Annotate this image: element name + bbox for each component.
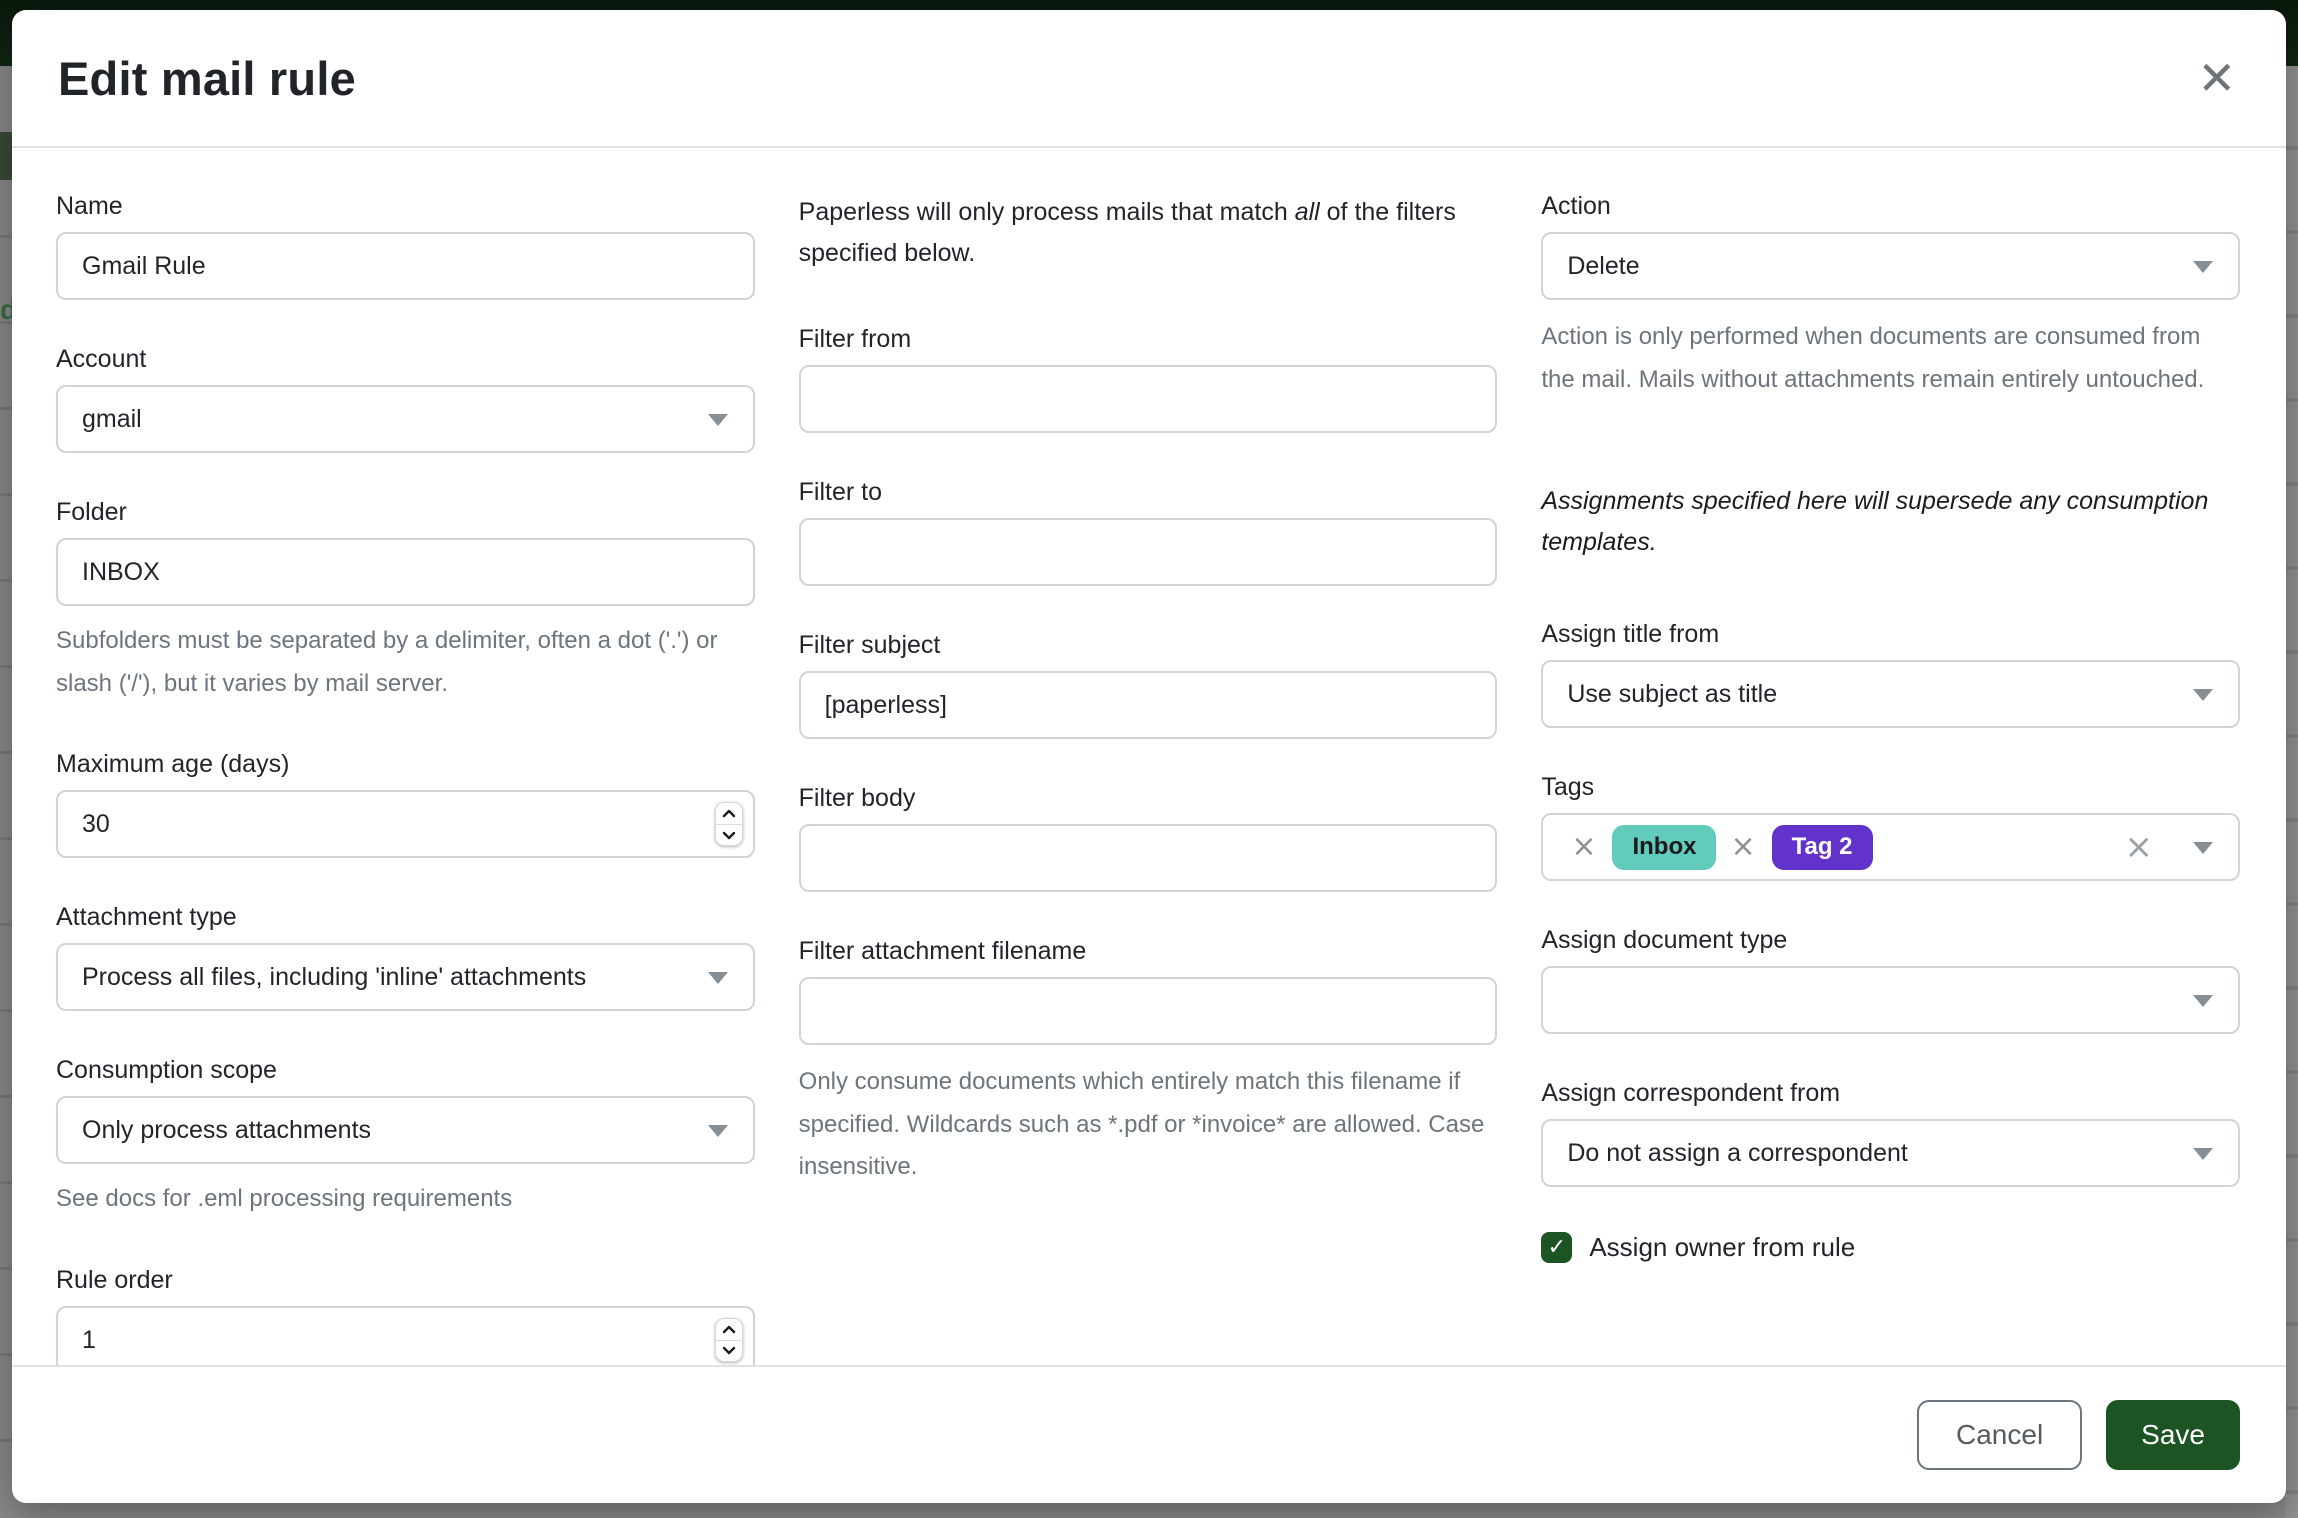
close-icon[interactable]: ✕ xyxy=(2193,51,2240,105)
consumption-scope-select[interactable]: Only process attachments xyxy=(56,1096,755,1164)
save-button[interactable]: Save xyxy=(2106,1400,2240,1470)
field-action: Action Delete Action is only performed w… xyxy=(1541,192,2240,401)
filters-note-emphasis: all xyxy=(1295,198,1320,226)
field-tags: Tags × Inbox × Tag 2 × xyxy=(1541,773,2240,881)
maximum-age-label: Maximum age (days) xyxy=(56,750,755,779)
filter-subject-input[interactable] xyxy=(799,671,1498,739)
chevron-down-icon xyxy=(2193,689,2213,701)
filter-subject-label: Filter subject xyxy=(799,631,1498,660)
field-rule-order: Rule order xyxy=(56,1266,755,1365)
action-select[interactable]: Delete xyxy=(1541,232,2240,300)
dialog-title: Edit mail rule xyxy=(58,51,356,106)
folder-help-text: Subfolders must be separated by a delimi… xyxy=(56,620,755,705)
field-filter-attachment-filename: Filter attachment filename Only consume … xyxy=(799,937,1498,1189)
page-scrollbar[interactable] xyxy=(2285,66,2298,1518)
folder-input[interactable] xyxy=(56,538,755,606)
filter-to-label: Filter to xyxy=(799,478,1498,507)
assign-title-from-selected-value: Use subject as title xyxy=(1567,680,1777,709)
consumption-scope-label: Consumption scope xyxy=(56,1056,755,1085)
assign-correspondent-from-selected-value: Do not assign a correspondent xyxy=(1567,1139,1908,1168)
field-consumption-scope: Consumption scope Only process attachmen… xyxy=(56,1056,755,1221)
chevron-down-icon xyxy=(708,972,728,984)
stepper-down-icon[interactable] xyxy=(716,825,742,846)
assign-document-type-select[interactable] xyxy=(1541,966,2240,1034)
field-name: Name xyxy=(56,192,755,300)
chevron-down-icon xyxy=(708,1125,728,1137)
filter-to-input[interactable] xyxy=(799,518,1498,586)
filter-attachment-filename-help-text: Only consume documents which entirely ma… xyxy=(799,1061,1498,1189)
assign-correspondent-from-select[interactable]: Do not assign a correspondent xyxy=(1541,1119,2240,1187)
dialog-body: Name Account gmail Folder Subfolders mus… xyxy=(12,148,2286,1365)
field-assign-correspondent-from: Assign correspondent from Do not assign … xyxy=(1541,1079,2240,1187)
remove-tag-icon[interactable]: × xyxy=(1730,832,1755,862)
rule-order-input[interactable] xyxy=(56,1306,755,1365)
tags-label: Tags xyxy=(1541,773,2240,802)
action-help-text: Action is only performed when documents … xyxy=(1541,316,2240,401)
folder-label: Folder xyxy=(56,498,755,527)
attachment-type-label: Attachment type xyxy=(56,903,755,932)
stepper-down-icon[interactable] xyxy=(716,1341,742,1362)
field-assign-title-from: Assign title from Use subject as title xyxy=(1541,620,2240,728)
field-account: Account gmail xyxy=(56,345,755,453)
chevron-down-icon[interactable] xyxy=(2193,842,2213,854)
assign-document-type-label: Assign document type xyxy=(1541,926,2240,955)
consumption-scope-help-text: See docs for .eml processing requirement… xyxy=(56,1178,755,1221)
clear-tags-icon[interactable]: × xyxy=(2125,830,2154,864)
column-general: Name Account gmail Folder Subfolders mus… xyxy=(56,192,755,1365)
filter-attachment-filename-label: Filter attachment filename xyxy=(799,937,1498,966)
name-label: Name xyxy=(56,192,755,221)
rule-order-label: Rule order xyxy=(56,1266,755,1295)
filters-note: Paperless will only process mails that m… xyxy=(799,192,1498,273)
field-folder: Folder Subfolders must be separated by a… xyxy=(56,498,755,705)
assign-correspondent-from-label: Assign correspondent from xyxy=(1541,1079,2240,1108)
column-action-assignments: Action Delete Action is only performed w… xyxy=(1541,192,2240,1365)
tag-pill[interactable]: Tag 2 xyxy=(1772,825,1873,870)
cancel-button[interactable]: Cancel xyxy=(1917,1400,2082,1470)
name-input[interactable] xyxy=(56,232,755,300)
stepper-up-icon[interactable] xyxy=(716,803,742,825)
stepper-up-icon[interactable] xyxy=(716,1319,742,1341)
field-filter-to: Filter to xyxy=(799,478,1498,586)
tags-multiselect[interactable]: × Inbox × Tag 2 × xyxy=(1541,813,2240,881)
field-assign-document-type: Assign document type xyxy=(1541,926,2240,1034)
chevron-down-icon xyxy=(708,414,728,426)
chevron-down-icon xyxy=(2193,261,2213,273)
number-stepper[interactable] xyxy=(715,1318,743,1362)
account-selected-value: gmail xyxy=(82,405,142,434)
remove-tag-icon[interactable]: × xyxy=(1571,832,1596,862)
filter-attachment-filename-input[interactable] xyxy=(799,977,1498,1045)
assignments-note: Assignments specified here will supersed… xyxy=(1541,481,2240,562)
field-maximum-age: Maximum age (days) xyxy=(56,750,755,858)
field-assign-owner: ✓ Assign owner from rule xyxy=(1541,1232,2240,1263)
dialog-footer: Cancel Save xyxy=(12,1365,2286,1503)
edit-mail-rule-dialog: Edit mail rule ✕ Name Account gmail Fold… xyxy=(12,10,2286,1503)
tags-field-controls: × xyxy=(2125,815,2239,879)
assign-title-from-select[interactable]: Use subject as title xyxy=(1541,660,2240,728)
filter-from-input[interactable] xyxy=(799,365,1498,433)
maximum-age-input[interactable] xyxy=(56,790,755,858)
number-stepper[interactable] xyxy=(715,802,743,846)
action-label: Action xyxy=(1541,192,2240,221)
filter-from-label: Filter from xyxy=(799,325,1498,354)
assign-title-from-label: Assign title from xyxy=(1541,620,2240,649)
attachment-type-selected-value: Process all files, including 'inline' at… xyxy=(82,963,586,992)
chevron-down-icon xyxy=(2193,1148,2213,1160)
filter-body-label: Filter body xyxy=(799,784,1498,813)
field-attachment-type: Attachment type Process all files, inclu… xyxy=(56,903,755,1011)
field-filter-subject: Filter subject xyxy=(799,631,1498,739)
attachment-type-select[interactable]: Process all files, including 'inline' at… xyxy=(56,943,755,1011)
assign-owner-checkbox[interactable]: ✓ xyxy=(1541,1232,1572,1263)
filter-body-input[interactable] xyxy=(799,824,1498,892)
field-filter-from: Filter from xyxy=(799,325,1498,433)
consumption-scope-selected-value: Only process attachments xyxy=(82,1116,371,1145)
tag-pill[interactable]: Inbox xyxy=(1612,825,1716,870)
dialog-header: Edit mail rule ✕ xyxy=(12,10,2286,148)
chevron-down-icon xyxy=(2193,995,2213,1007)
action-selected-value: Delete xyxy=(1567,252,1639,281)
assign-owner-label: Assign owner from rule xyxy=(1589,1232,1855,1263)
account-select[interactable]: gmail xyxy=(56,385,755,453)
column-filters: Paperless will only process mails that m… xyxy=(799,192,1498,1365)
field-filter-body: Filter body xyxy=(799,784,1498,892)
account-label: Account xyxy=(56,345,755,374)
